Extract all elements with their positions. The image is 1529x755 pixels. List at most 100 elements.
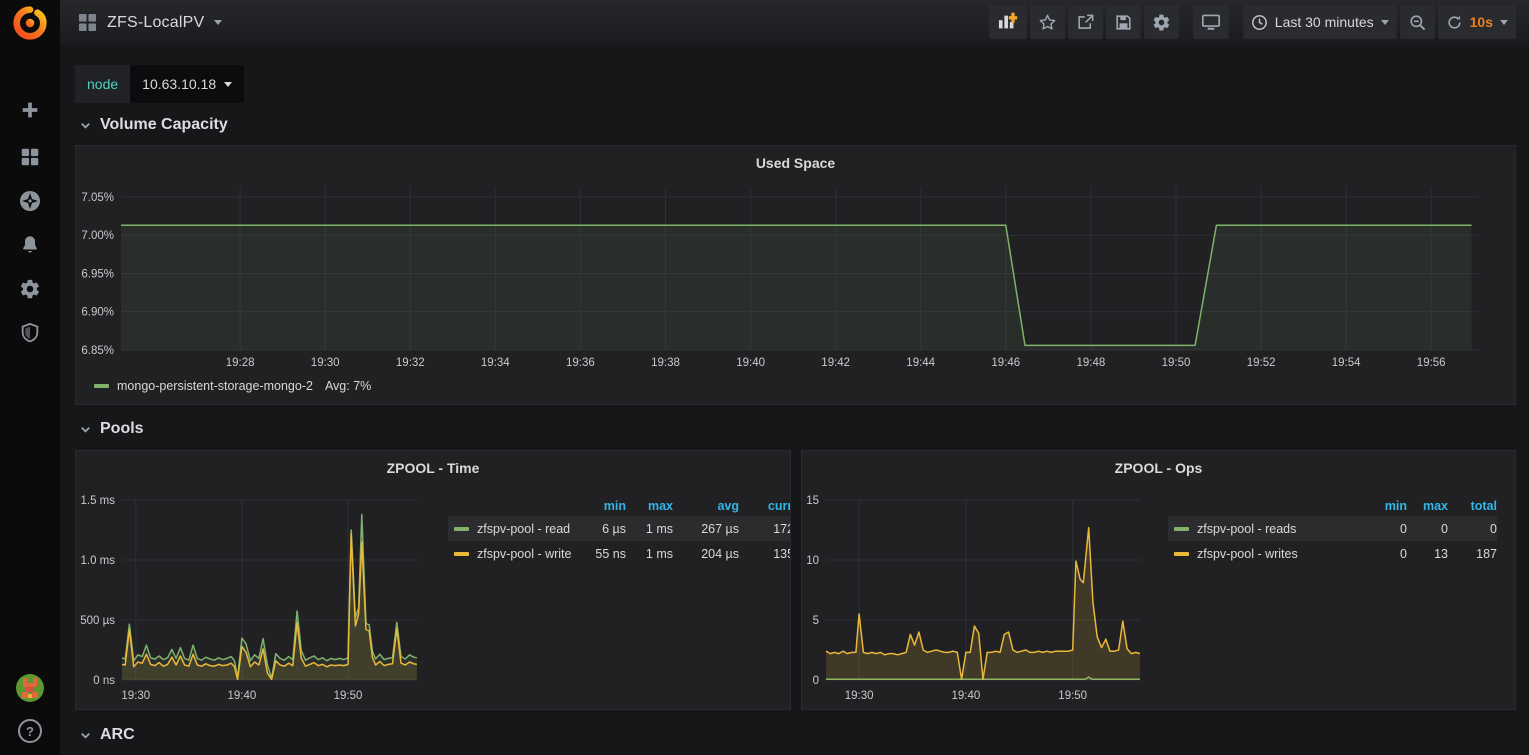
chevron-down-icon (79, 423, 92, 436)
legend-col-min[interactable]: min (1360, 499, 1407, 513)
refresh-interval-label: 10s (1470, 14, 1493, 30)
svg-text:?: ? (26, 724, 34, 739)
time-range-label: Last 30 minutes (1275, 14, 1374, 30)
clock-icon (1251, 14, 1268, 31)
legend-value-max: 1 ms (626, 547, 673, 561)
legend-row-writes: zfspv-pool - writes 0 13 187 (1168, 541, 1497, 566)
time-range-picker[interactable]: Last 30 minutes (1243, 5, 1397, 39)
zoom-out-icon (1408, 13, 1427, 32)
dashboard-title[interactable]: ZFS-LocalPV (107, 14, 204, 32)
svg-text:6.85%: 6.85% (81, 345, 114, 357)
time-range-caret (1381, 20, 1389, 25)
cycle-view-mode-button[interactable] (1193, 5, 1229, 39)
section-label: Volume Capacity (100, 116, 228, 134)
legend-value-min: 0 (1360, 522, 1407, 536)
legend-series-name: zfspv-pool - writes (1197, 547, 1298, 561)
legend-item-read[interactable]: zfspv-pool - read (448, 522, 579, 536)
section-label: ARC (100, 726, 135, 744)
dashboard-settings-button[interactable] (1144, 5, 1179, 39)
legend-series-name: zfspv-pool - write (477, 547, 571, 561)
help-button[interactable]: ? (0, 709, 60, 753)
svg-text:19:32: 19:32 (396, 357, 425, 369)
legend-value-total: 187 (1448, 547, 1497, 561)
save-dashboard-button[interactable] (1106, 5, 1141, 39)
panel-title[interactable]: ZPOOL - Time (76, 451, 790, 476)
svg-text:19:54: 19:54 (1332, 357, 1361, 369)
sidebar-item-dashboards[interactable] (0, 135, 60, 179)
legend-item-reads[interactable]: zfspv-pool - reads (1168, 522, 1360, 536)
svg-text:19:30: 19:30 (121, 690, 150, 702)
svg-text:19:46: 19:46 (991, 357, 1020, 369)
svg-text:19:28: 19:28 (226, 357, 255, 369)
create-button[interactable] (0, 88, 60, 132)
legend-avg-value: Avg: 7% (325, 379, 371, 393)
zoom-out-time-range-button[interactable] (1400, 5, 1435, 39)
legend-col-min[interactable]: min (579, 499, 626, 513)
legend-row-write: zfspv-pool - write 55 ns 1 ms 204 µs 135… (448, 541, 791, 566)
dashboard-dropdown-caret[interactable] (214, 20, 222, 25)
svg-text:1.0 ms: 1.0 ms (80, 555, 115, 567)
variable-node-select[interactable]: 10.63.10.18 (130, 65, 244, 103)
share-dashboard-button[interactable] (1068, 5, 1103, 39)
variable-node-value: 10.63.10.18 (142, 76, 216, 92)
legend-swatch (1174, 552, 1189, 556)
add-panel-button[interactable] (989, 5, 1027, 39)
svg-text:19:50: 19:50 (1162, 357, 1191, 369)
sidebar-item-alerting[interactable] (0, 223, 60, 267)
svg-text:19:40: 19:40 (736, 357, 765, 369)
avatar[interactable] (0, 666, 60, 710)
svg-text:19:44: 19:44 (906, 357, 935, 369)
sidebar-item-server-admin[interactable] (0, 311, 60, 355)
legend-item-writes[interactable]: zfspv-pool - writes (1168, 547, 1360, 561)
legend-value-max: 1 ms (626, 522, 673, 536)
variable-node-caret (224, 82, 232, 87)
star-dashboard-button[interactable] (1030, 5, 1065, 39)
legend-series-name: zfspv-pool - reads (1197, 522, 1296, 536)
panel-title[interactable]: ZPOOL - Ops (802, 451, 1515, 476)
legend-item-write[interactable]: zfspv-pool - write (448, 547, 579, 561)
legend-col-current[interactable]: current (739, 499, 791, 513)
row-volume-capacity[interactable]: Volume Capacity (79, 112, 228, 138)
grafana-logo[interactable] (10, 4, 50, 42)
legend-row-read: zfspv-pool - read 6 µs 1 ms 267 µs 172 µ… (448, 516, 791, 541)
legend-value-total: 0 (1448, 522, 1497, 536)
panel-title[interactable]: Used Space (76, 146, 1515, 171)
legend-swatch (454, 552, 469, 556)
row-arc[interactable]: ARC (79, 722, 135, 748)
legend-item-mongo[interactable]: mongo-persistent-storage-mongo-2 Avg: 7% (94, 379, 371, 393)
grafana-dashboard: ? ZFS-LocalPV (0, 0, 1529, 755)
svg-text:5: 5 (813, 615, 819, 627)
legend-value-min: 55 ns (579, 547, 626, 561)
svg-text:6.90%: 6.90% (81, 307, 114, 319)
legend-swatch (94, 384, 109, 388)
legend-value-min: 0 (1360, 547, 1407, 561)
template-variables: node 10.63.10.18 (75, 65, 244, 103)
grafana-logo-icon (10, 4, 50, 42)
svg-text:6.95%: 6.95% (81, 269, 114, 281)
refresh-picker[interactable]: 10s (1438, 5, 1516, 39)
section-label: Pools (100, 420, 144, 438)
legend-col-max[interactable]: max (1407, 499, 1448, 513)
share-icon (1076, 13, 1095, 32)
add-panel-icon (997, 12, 1019, 32)
svg-text:19:38: 19:38 (651, 357, 680, 369)
plus-icon (19, 99, 41, 121)
legend-col-total[interactable]: total (1448, 499, 1497, 513)
zpool-ops-graph[interactable]: 05101519:3019:4019:50 (802, 487, 1150, 707)
zpool-ops-legend: min max total zfspv-pool - reads 0 0 0 z… (1168, 495, 1497, 566)
legend-col-max[interactable]: max (626, 499, 673, 513)
svg-text:19:52: 19:52 (1247, 357, 1276, 369)
zpool-time-graph[interactable]: 0 ns500 µs1.0 ms1.5 ms19:3019:4019:50 (76, 487, 428, 707)
legend-col-avg[interactable]: avg (673, 499, 739, 513)
svg-text:10: 10 (806, 555, 819, 567)
used-space-graph[interactable]: 7.05%7.00%6.95%6.90%6.85%19:2819:3019:32… (76, 174, 1516, 374)
gear-icon (19, 278, 41, 300)
legend-row-reads: zfspv-pool - reads 0 0 0 (1168, 516, 1497, 541)
sidebar-item-configuration[interactable] (0, 267, 60, 311)
panel-zpool-time: ZPOOL - Time 0 ns500 µs1.0 ms1.5 ms19:30… (75, 450, 791, 710)
svg-text:19:34: 19:34 (481, 357, 510, 369)
svg-text:19:50: 19:50 (1058, 690, 1087, 702)
row-pools[interactable]: Pools (79, 416, 144, 442)
sidebar-item-explore[interactable] (0, 179, 60, 223)
chevron-down-icon (79, 119, 92, 132)
